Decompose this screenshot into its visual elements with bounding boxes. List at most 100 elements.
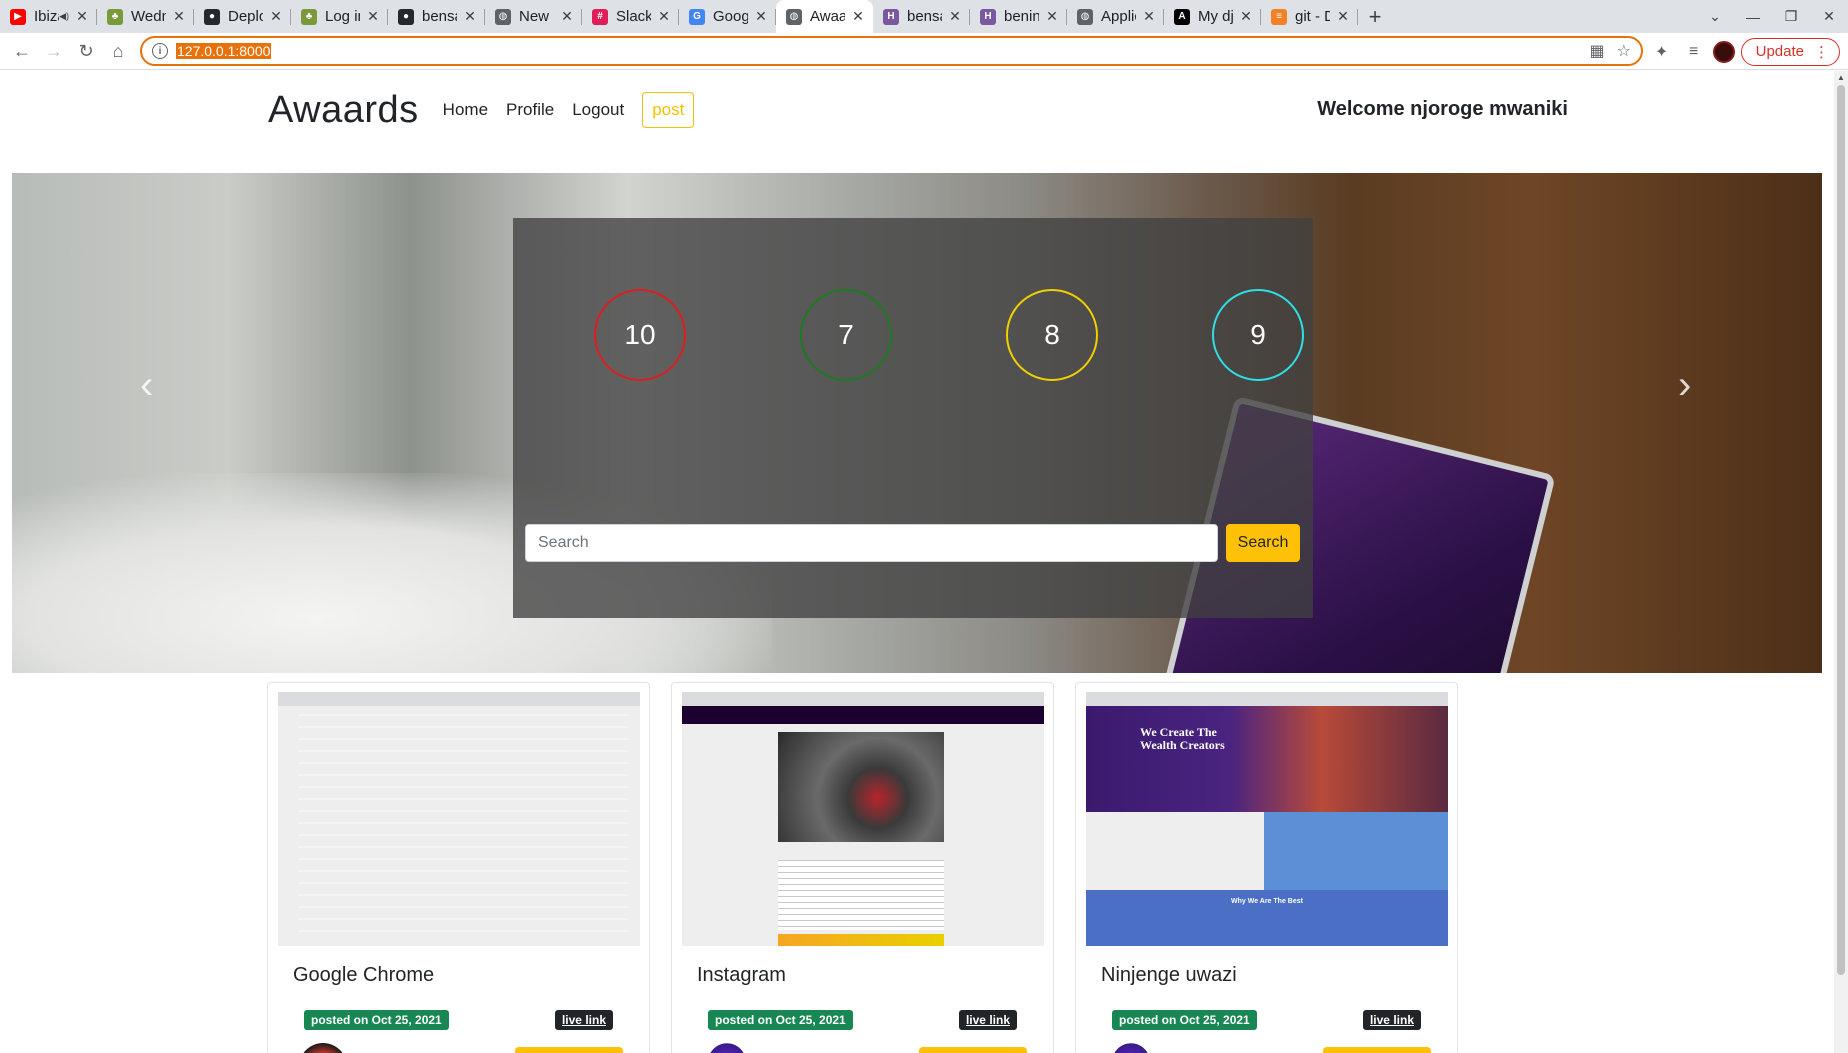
browser-tab[interactable]: # Slack | H ✕	[582, 0, 679, 33]
search-button[interactable]: Search	[1226, 524, 1300, 562]
close-tab-icon[interactable]: ✕	[560, 8, 574, 25]
tab-title: Ibiza	[34, 8, 59, 25]
browser-tab[interactable]: A My djan ✕	[1164, 0, 1261, 33]
posted-date-badge: posted on Oct 25, 2021	[1112, 1010, 1257, 1030]
live-link[interactable]: live link	[554, 1010, 613, 1030]
heroku-icon: H	[980, 8, 996, 25]
qr-code-icon[interactable]: ▦	[1590, 41, 1605, 61]
close-tab-icon[interactable]: ✕	[1239, 8, 1253, 25]
browser-tab[interactable]: ♣ Log in t ✕	[291, 0, 388, 33]
close-window-icon[interactable]: ✕	[1810, 8, 1848, 25]
user-avatar	[299, 1043, 347, 1053]
scrollbar-thumb[interactable]	[1837, 85, 1845, 975]
close-tab-icon[interactable]: ✕	[366, 8, 380, 25]
forward-icon[interactable]: →	[38, 35, 70, 67]
bookmark-star-icon[interactable]: ☆	[1617, 41, 1631, 61]
browser-tab[interactable]: ≡ git - Dja ✕	[1261, 0, 1358, 33]
nav-home-link[interactable]: Home	[443, 100, 488, 120]
browser-tab[interactable]: Hbensam ✕	[873, 0, 970, 33]
carousel-next-icon[interactable]: ›	[1678, 363, 1691, 408]
browser-tab[interactable]: ▶ Ibiza◀) ✕	[0, 0, 97, 33]
close-tab-icon[interactable]: ✕	[1045, 8, 1059, 25]
close-tab-icon[interactable]: ✕	[463, 8, 477, 25]
search-input[interactable]	[525, 524, 1218, 562]
screenshot-section: Why We Are The Best	[1086, 890, 1448, 946]
post-button[interactable]: post	[642, 92, 695, 128]
browser-tab[interactable]: ◍ New Ins ✕	[485, 0, 582, 33]
site-info-icon[interactable]: i	[152, 43, 168, 59]
browser-tab[interactable]: ♣ Wednes ✕	[97, 0, 194, 33]
tab-list: ▶ Ibiza◀) ✕ ♣ Wednes ✕ ● Deploy ✕ ♣ Log in t ✕ ● bens…	[0, 0, 1358, 33]
reload-icon[interactable]: ↻	[70, 35, 102, 67]
update-button[interactable]: Update ⋮	[1740, 37, 1840, 66]
nav-profile-link[interactable]: Profile	[506, 100, 554, 120]
brand-logo[interactable]: Awaards	[268, 89, 419, 132]
live-link[interactable]: live link	[958, 1010, 1017, 1030]
project-screenshot[interactable]	[682, 692, 1044, 946]
back-icon[interactable]: ←	[6, 35, 38, 67]
rate-button[interactable]	[515, 1047, 623, 1053]
live-link[interactable]: live link	[1362, 1010, 1421, 1030]
nav-logout-link[interactable]: Logout	[572, 100, 624, 120]
restore-icon[interactable]: ❐	[1772, 8, 1810, 25]
close-tab-icon[interactable]: ✕	[754, 8, 768, 25]
browser-tab[interactable]: ◍ Applica ✕	[1067, 0, 1164, 33]
github-icon: ●	[398, 8, 414, 25]
profile-avatar[interactable]	[1712, 40, 1735, 63]
carousel-prev-icon[interactable]: ‹	[140, 363, 153, 408]
screenshot-browser-bar	[682, 692, 1044, 706]
score-circles: 10 7 8 9	[594, 289, 1304, 381]
project-title: Ninjenge uwazi	[1101, 964, 1237, 986]
page-scrollbar[interactable]: ▲	[1834, 71, 1848, 1053]
globe-icon: ◍	[786, 8, 802, 25]
browser-tab[interactable]: ● Deploy ✕	[194, 0, 291, 33]
rate-button[interactable]	[919, 1047, 1027, 1053]
rate-button[interactable]	[1323, 1047, 1431, 1053]
site-navbar: Awaards Home Profile Logout post Welcome…	[268, 85, 1568, 135]
tab-audio-icon[interactable]: ◀)	[59, 11, 69, 22]
tab-title: Awaard	[810, 8, 845, 25]
close-tab-icon[interactable]: ✕	[657, 8, 671, 25]
search-form: Search	[525, 524, 1301, 562]
github-icon: ●	[204, 8, 220, 25]
project-card: Google Chrome posted on Oct 25, 2021 liv…	[267, 682, 650, 1053]
tab-search-icon[interactable]: ⌄	[1696, 8, 1734, 25]
new-tab-button[interactable]: +	[1358, 0, 1392, 33]
tab-title: Log in t	[325, 8, 360, 25]
browser-tab[interactable]: G Google ✕	[679, 0, 776, 33]
close-tab-icon[interactable]: ✕	[269, 8, 283, 25]
close-tab-icon[interactable]: ✕	[851, 8, 865, 25]
media-control-icon[interactable]: ≡	[1681, 43, 1707, 61]
browser-toolbar: ← → ↻ ⌂ i 127.0.0.1:8000 ▦ ☆ ✦ ≡ Update …	[0, 33, 1848, 70]
home-icon[interactable]: ⌂	[102, 35, 134, 67]
url-text[interactable]: 127.0.0.1:8000	[176, 43, 272, 59]
tab-title: beninst	[1004, 8, 1039, 25]
scroll-up-icon[interactable]: ▲	[1837, 73, 1845, 82]
close-tab-icon[interactable]: ✕	[1336, 8, 1350, 25]
close-tab-icon[interactable]: ✕	[75, 8, 89, 25]
browser-tab[interactable]: ◍ Awaard ✕	[776, 0, 873, 33]
close-tab-icon[interactable]: ✕	[172, 8, 186, 25]
hero-overlay-panel: 10 7 8 9 Search	[513, 218, 1313, 618]
screenshot-heading: We Create The Wealth Creators	[1140, 725, 1225, 752]
posted-date-badge: posted on Oct 25, 2021	[304, 1010, 449, 1030]
minimize-icon[interactable]: —	[1734, 9, 1772, 25]
close-tab-icon[interactable]: ✕	[1142, 8, 1156, 25]
score-circle-usability: 7	[800, 289, 892, 381]
heroku-icon: H	[883, 8, 899, 25]
google-icon: G	[689, 8, 705, 25]
project-screenshot[interactable]: We Create The Wealth Creators Why We Are…	[1086, 692, 1448, 946]
screenshot-figure	[1264, 812, 1448, 892]
tab-title: Wednes	[131, 8, 166, 25]
tab-title: Deploy	[228, 8, 263, 25]
extensions-icon[interactable]: ✦	[1649, 42, 1675, 62]
screenshot-text	[778, 860, 944, 930]
browser-tab[interactable]: ● bensam ✕	[388, 0, 485, 33]
browser-tab[interactable]: Hbeninst ✕	[970, 0, 1067, 33]
project-screenshot[interactable]	[278, 692, 640, 946]
tab-title: Applica	[1101, 8, 1136, 25]
project-title: Google Chrome	[293, 964, 435, 986]
tab-title: git - Dja	[1295, 8, 1330, 25]
address-bar[interactable]: i 127.0.0.1:8000 ▦ ☆	[140, 36, 1643, 66]
close-tab-icon[interactable]: ✕	[948, 8, 962, 25]
